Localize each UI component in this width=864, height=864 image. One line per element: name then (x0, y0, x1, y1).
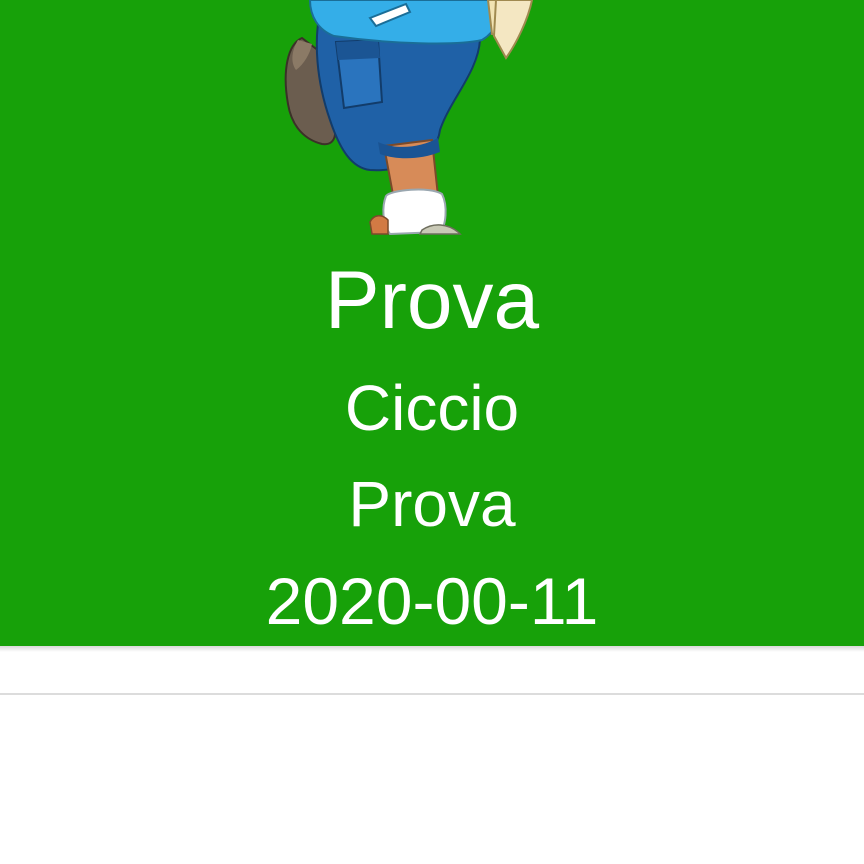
app-screen: Prova Ciccio Prova 2020-00-11 (0, 0, 864, 864)
story-card[interactable]: Prova Ciccio Prova 2020-00-11 (0, 0, 864, 646)
card-author: Ciccio (344, 372, 520, 444)
empty-content-area (0, 695, 864, 864)
card-date: 2020-00-11 (265, 564, 599, 638)
card-title: Prova (324, 255, 540, 346)
card-subtitle: Prova (348, 468, 516, 540)
card-shadow (0, 646, 864, 652)
cartoon-boy-image (284, 0, 534, 236)
